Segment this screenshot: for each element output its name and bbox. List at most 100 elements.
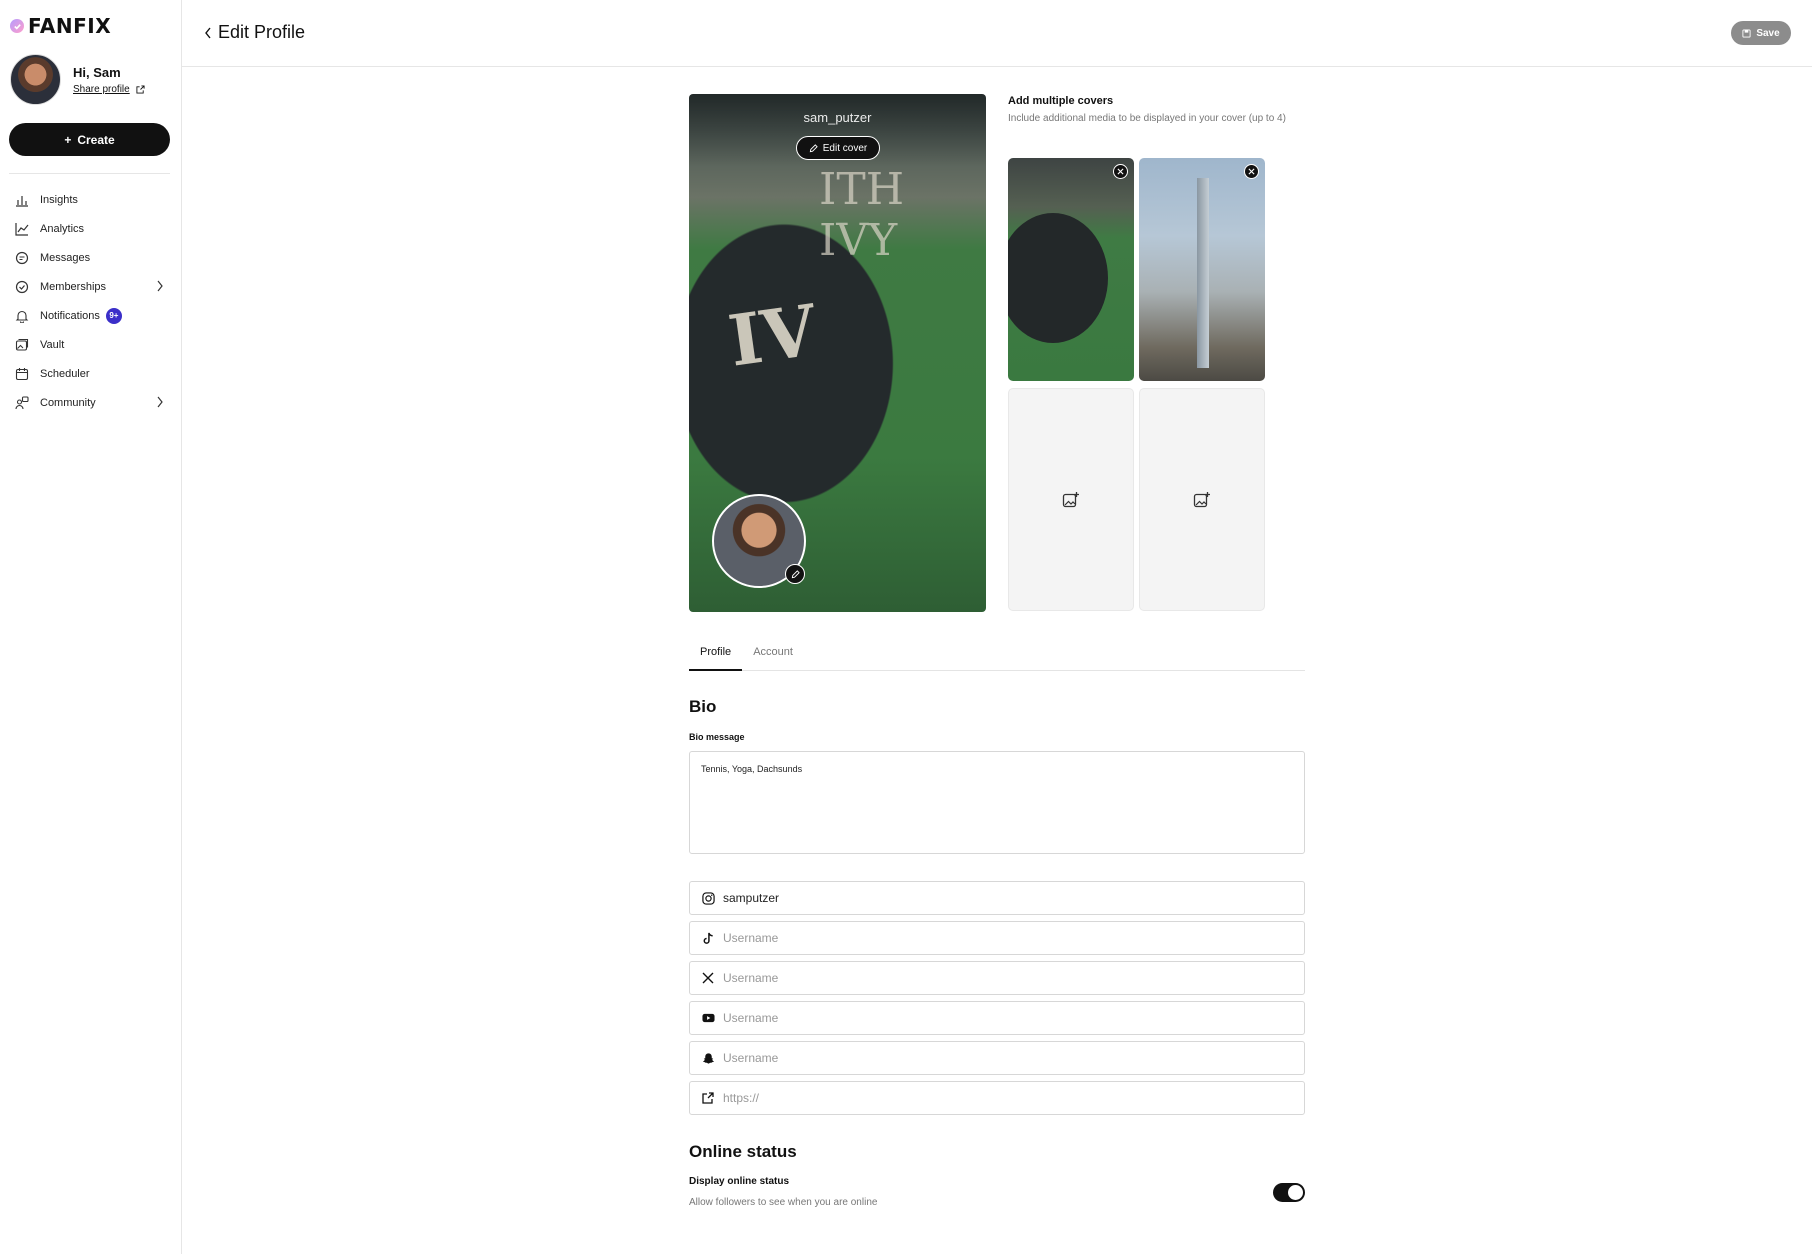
close-icon [1117,168,1124,175]
profile-tabs: Profile Account [689,640,1305,671]
bio-message-input[interactable]: Tennis, Yoga, Dachsunds [689,751,1305,854]
instagram-field[interactable] [689,881,1305,915]
tiktok-field[interactable] [689,921,1305,955]
x-field[interactable] [689,961,1305,995]
share-profile-label: Share profile [73,83,130,95]
external-link-icon [701,1091,715,1105]
images-icon [14,337,30,353]
sidebar-item-memberships[interactable]: Memberships [0,272,182,301]
share-profile-link[interactable]: Share profile [73,84,145,95]
snapchat-icon [701,1051,715,1065]
sidebar-item-insights[interactable]: Insights [0,185,182,214]
chevron-left-icon [205,27,211,38]
page-title: Edit Profile [218,22,306,42]
instagram-input[interactable] [723,891,1283,905]
multiple-covers-description: Include additional media to be displayed… [1008,113,1286,124]
sidebar-item-label: Memberships [40,280,107,293]
snapchat-input[interactable] [723,1051,1283,1065]
cover-image: ITH IVY IV sam_putzer Edit cover [689,94,986,612]
chevron-right-icon [157,280,163,292]
sidebar-item-analytics[interactable]: Analytics [0,214,182,243]
users-icon [14,395,30,411]
youtube-icon [701,1011,715,1025]
youtube-input[interactable] [723,1011,1283,1025]
sidebar-item-label: Scheduler [40,367,90,380]
online-status-heading: Online status [689,1142,797,1161]
add-cover-slot[interactable] [1139,388,1265,611]
save-icon [1742,28,1751,38]
page-header: Edit Profile Save [182,0,1812,67]
sidebar-item-label: Analytics [40,222,85,235]
website-input[interactable] [723,1091,1283,1105]
cover-username: sam_putzer [803,110,872,125]
user-card: Hi, Sam Share profile [10,54,145,105]
website-field[interactable] [689,1081,1305,1115]
pencil-icon [791,569,800,578]
sidebar-item-label: Messages [40,251,91,264]
plus-icon: + [64,132,72,147]
external-link-icon [136,84,145,94]
sidebar: FANFIX Hi, Sam Share profile + Create In… [0,0,182,1254]
sidebar-item-scheduler[interactable]: Scheduler [0,359,182,388]
edit-profile-picture-button[interactable] [785,564,805,584]
bell-icon [14,308,30,324]
create-button[interactable]: + Create [9,123,170,156]
logo-check-icon [10,19,24,33]
save-button[interactable]: Save [1731,21,1791,45]
bio-message-label: Bio message [689,732,745,742]
chevron-right-icon [157,396,163,408]
toggle-knob [1288,1185,1303,1200]
sidebar-item-community[interactable]: Community [0,388,182,417]
sidebar-item-notifications[interactable]: Notifications 9+ [0,301,182,330]
notification-count-badge: 9+ [105,307,122,324]
online-status-toggle[interactable] [1273,1183,1305,1202]
tab-profile[interactable]: Profile [689,640,743,671]
cover-wall-graphic: ITH IVY [819,164,905,266]
bar-chart-icon [14,192,30,208]
remove-cover-button[interactable] [1113,164,1128,179]
snapchat-field[interactable] [689,1041,1305,1075]
tiktok-input[interactable] [723,931,1283,945]
user-greeting: Hi, Sam [73,64,121,80]
pencil-icon [809,143,818,152]
cover-racket-graphic: IV [723,288,822,383]
save-label: Save [1756,27,1780,39]
chat-icon [14,250,30,266]
youtube-field[interactable] [689,1001,1305,1035]
badge-check-icon [14,279,30,295]
sidebar-item-label: Community [40,396,96,409]
fanfix-logo[interactable]: FANFIX [10,14,111,38]
edit-cover-label: Edit cover [822,142,868,154]
avatar[interactable] [10,54,61,105]
sidebar-item-messages[interactable]: Messages [0,243,182,272]
add-image-icon [1193,491,1210,507]
cover-thumbnail[interactable] [1139,158,1265,381]
logo-text: FANFIX [28,14,112,38]
cover-thumbnail[interactable] [1008,158,1134,381]
x-input[interactable] [723,971,1283,985]
x-icon [701,971,715,985]
tab-account[interactable]: Account [742,640,804,671]
line-chart-icon [14,221,30,237]
sidebar-item-label: Insights [40,193,78,206]
back-button[interactable]: Edit Profile [204,22,305,43]
add-image-icon [1062,491,1079,507]
sidebar-nav: Insights Analytics Messages Memberships … [0,185,182,417]
close-icon [1248,168,1255,175]
sidebar-item-label: Notifications [40,309,100,322]
online-status-label: Display online status [689,1176,790,1187]
calendar-icon [14,366,30,382]
multiple-covers-title: Add multiple covers [1008,95,1114,107]
bio-heading: Bio [689,697,717,716]
remove-cover-button[interactable] [1244,164,1259,179]
tiktok-icon [701,931,715,945]
edit-cover-button[interactable]: Edit cover [796,136,880,160]
multiple-covers-grid [1008,158,1266,611]
online-status-description: Allow followers to see when you are onli… [689,1197,878,1208]
sidebar-item-vault[interactable]: Vault [0,330,182,359]
instagram-icon [701,891,715,905]
sidebar-item-label: Vault [40,338,65,351]
sidebar-divider [9,173,170,174]
create-label: Create [77,132,115,147]
add-cover-slot[interactable] [1008,388,1134,611]
